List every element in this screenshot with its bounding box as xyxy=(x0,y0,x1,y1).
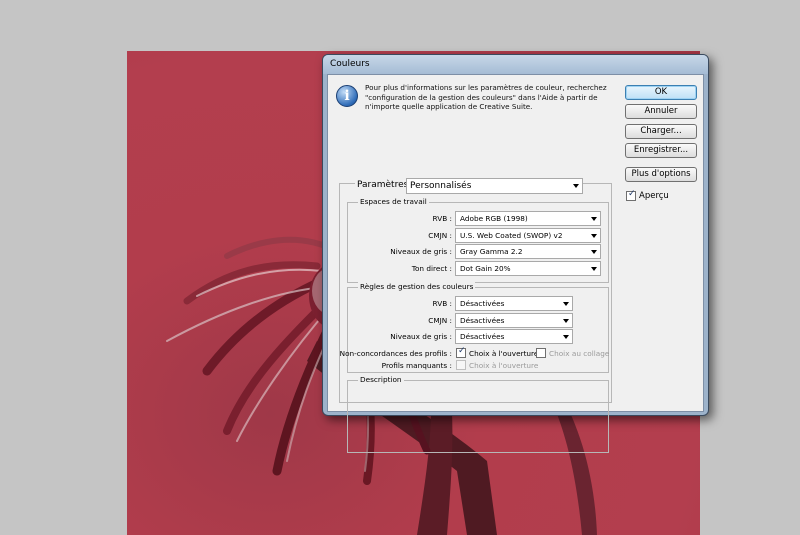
policy-rgb-value: Désactivées xyxy=(460,299,505,308)
settings-select-value: Personnalisés xyxy=(410,181,472,191)
ask-when-pasting-label: Choix au collage xyxy=(549,349,610,358)
load-button[interactable]: Charger... xyxy=(625,124,697,139)
working-gray-label: Niveaux de gris : xyxy=(390,247,452,256)
info-text: Pour plus d'informations sur les paramèt… xyxy=(365,83,607,111)
preview-label: Aperçu xyxy=(639,191,669,201)
working-spaces-title: Espaces de travail xyxy=(358,197,429,206)
policy-cmyk-label: CMJN : xyxy=(428,316,452,325)
profile-mismatch-label: Non-concordances des profils : xyxy=(339,349,452,358)
chevron-down-icon xyxy=(591,267,597,271)
info-icon: i xyxy=(336,85,358,107)
working-gray-value: Gray Gamma 2.2 xyxy=(460,247,523,256)
chevron-down-icon xyxy=(573,184,579,188)
working-cmyk-value: U.S. Web Coated (SWOP) v2 xyxy=(460,231,563,240)
working-spot-label: Ton direct : xyxy=(411,264,452,273)
working-rgb-label: RVB : xyxy=(432,214,452,223)
policies-title: Règles de gestion des couleurs xyxy=(358,282,476,291)
working-gray-select[interactable]: Gray Gamma 2.2 xyxy=(455,244,601,259)
description-title: Description xyxy=(358,375,404,384)
dialog-client-area: i Pour plus d'informations sur les param… xyxy=(327,74,704,453)
chevron-down-icon xyxy=(591,234,597,238)
policy-gray-label: Niveaux de gris : xyxy=(390,332,452,341)
description-group: Description xyxy=(347,375,609,453)
color-settings-dialog: Couleurs i Pour plus d'informations sur … xyxy=(322,54,709,453)
working-rgb-value: Adobe RGB (1998) xyxy=(460,214,528,223)
ask-when-pasting-checkbox[interactable] xyxy=(536,348,546,358)
chevron-down-icon xyxy=(591,217,597,221)
working-cmyk-select[interactable]: U.S. Web Coated (SWOP) v2 xyxy=(455,228,601,243)
missing-ask-when-opening-label: Choix à l'ouverture xyxy=(469,361,539,370)
working-rgb-select[interactable]: Adobe RGB (1998) xyxy=(455,211,601,226)
save-button[interactable]: Enregistrer... xyxy=(625,143,697,158)
ask-when-opening-label: Choix à l'ouverture xyxy=(469,349,539,358)
settings-select[interactable]: Personnalisés xyxy=(406,178,583,194)
ok-button[interactable]: OK xyxy=(625,85,697,100)
chevron-down-icon xyxy=(563,302,569,306)
chevron-down-icon xyxy=(563,335,569,339)
ask-when-opening-checkbox[interactable] xyxy=(456,346,466,358)
policy-cmyk-value: Désactivées xyxy=(460,316,505,325)
dialog-title[interactable]: Couleurs xyxy=(323,55,708,74)
more-options-button[interactable]: Plus d'options xyxy=(625,167,697,182)
preview-checkbox[interactable] xyxy=(626,189,636,201)
cancel-button[interactable]: Annuler xyxy=(625,104,697,119)
missing-profiles-label: Profils manquants : xyxy=(381,361,452,370)
policy-gray-value: Désactivées xyxy=(460,332,505,341)
chevron-down-icon xyxy=(563,319,569,323)
policy-gray-select[interactable]: Désactivées xyxy=(455,329,573,344)
chevron-down-icon xyxy=(591,250,597,254)
working-cmyk-label: CMJN : xyxy=(428,231,452,240)
policy-rgb-select[interactable]: Désactivées xyxy=(455,296,573,311)
missing-ask-when-opening-checkbox[interactable] xyxy=(456,360,466,370)
policy-cmyk-select[interactable]: Désactivées xyxy=(455,313,573,328)
policy-rgb-label: RVB : xyxy=(432,299,452,308)
working-spot-value: Dot Gain 20% xyxy=(460,264,511,273)
working-spot-select[interactable]: Dot Gain 20% xyxy=(455,261,601,276)
